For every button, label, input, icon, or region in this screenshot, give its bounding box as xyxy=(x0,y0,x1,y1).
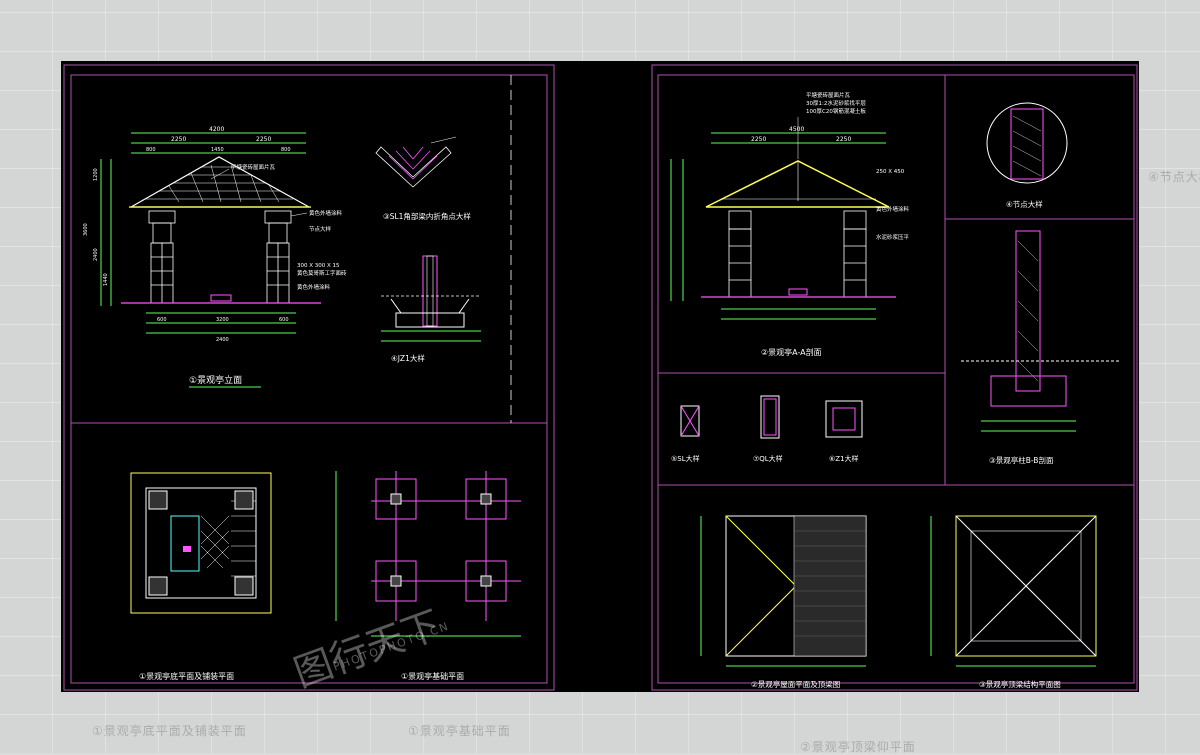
annotation: 250 X 450 xyxy=(876,169,905,175)
dim-text: 2400 xyxy=(93,248,99,261)
node-detail: ④节点大样 xyxy=(986,102,1068,209)
annotation: 100厚C20钢筋混凝土板 xyxy=(806,107,866,115)
beam-details: ⑤SL大样 ⑦QL大样 ⑥Z1大样 xyxy=(671,395,863,463)
sl-title: ⑤SL大样 xyxy=(671,454,700,463)
annotation: 30厚1:2水泥砂浆找平层 xyxy=(806,99,866,107)
right-sheet: 4500 2250 2250 平塘瓷砖屋面片瓦 30厚1:2水泥砂浆找平层 10… xyxy=(651,64,1138,691)
right-column xyxy=(264,210,292,304)
dim-text: 800 xyxy=(281,147,291,153)
dim-text: 2250 xyxy=(171,136,186,143)
dim-text: 4200 xyxy=(209,126,224,133)
annotation: 黄色外墙涂料 xyxy=(309,209,343,217)
foundation-plan: ①景观亭基础平面 xyxy=(335,471,521,681)
ql-title: ⑦QL大样 xyxy=(753,454,783,463)
foundation-plan-title: ①景观亭基础平面 xyxy=(401,671,464,681)
floor-plan: ①景观亭底平面及铺装平面 xyxy=(130,472,272,681)
dim-text: 2400 xyxy=(216,337,229,343)
dim-text: 3600 xyxy=(83,223,89,236)
left-sheet-inner-frame xyxy=(70,74,548,684)
corner-detail-title: ③SL1角部梁内折角点大样 xyxy=(383,211,471,221)
bg-caption-2: ①景观亭基础平面 xyxy=(408,724,511,738)
pavilion-elevation: 4200 2250 2250 800 1450 800 1200 3600 24… xyxy=(83,126,347,388)
corner-detail: ③SL1角部梁内折角点大样 xyxy=(375,136,471,221)
dim-text: 600 xyxy=(279,317,289,323)
column-section-title: ③景观亭柱B-B剖面 xyxy=(989,455,1054,465)
left-sheet-outer-frame xyxy=(63,64,555,691)
dim-text: 1200 xyxy=(93,168,99,181)
beam-structure-plan: ③景观亭顶梁结构平面图 xyxy=(930,515,1097,689)
dim-text: 2250 xyxy=(751,136,766,143)
roof-outline xyxy=(128,156,312,208)
beam-plan-title: ③景观亭顶梁结构平面图 xyxy=(979,679,1061,689)
left-column xyxy=(148,210,176,304)
bench xyxy=(210,294,232,302)
roof-plan: ②景观亭屋面平面及顶梁图 xyxy=(700,515,867,689)
z1-title: ⑥Z1大样 xyxy=(829,454,859,463)
node-detail-title: ④节点大样 xyxy=(1006,199,1043,209)
annotation: 平塘瓷砖屋面片瓦 xyxy=(806,91,851,99)
bg-caption-3: ②景观亭顶梁仰平面 xyxy=(800,740,916,754)
annotation: 黄色外墙涂料 xyxy=(297,283,331,291)
dim-text: 2250 xyxy=(256,136,271,143)
annotation: 节点大样 xyxy=(309,225,332,233)
elevation-title: ①景观亭立面 xyxy=(189,374,242,386)
footing-detail: ④JZ1大样 xyxy=(381,255,481,363)
dim-text: 1440 xyxy=(103,273,109,286)
annotation: 300 X 300 X 15 xyxy=(297,263,340,269)
paving-pattern xyxy=(200,500,256,577)
annotation: 平塘瓷砖屋面片瓦 xyxy=(231,163,276,171)
dim-text: 600 xyxy=(157,317,167,323)
annotation: 水泥砂浆压平 xyxy=(876,233,910,241)
bg-caption-1: ①景观亭底平面及铺装平面 xyxy=(92,724,247,738)
cad-drawing-canvas: 4200 2250 2250 800 1450 800 1200 3600 24… xyxy=(61,61,1139,692)
pavilion-section: 4500 2250 2250 平塘瓷砖屋面片瓦 30厚1:2水泥砂浆找平层 10… xyxy=(670,91,910,357)
floor-plan-title: ①景观亭底平面及铺装平面 xyxy=(139,671,234,681)
section-title: ②景观亭A-A剖面 xyxy=(761,347,822,357)
roof-plan-title: ②景观亭屋面平面及顶梁图 xyxy=(751,679,840,689)
dim-text: 4500 xyxy=(789,126,804,133)
bg-side-caption: ④节点大样 xyxy=(1148,170,1200,184)
dim-text: 1450 xyxy=(211,147,224,153)
dim-text: 800 xyxy=(146,147,156,153)
column-section: ③景观亭柱B-B剖面 xyxy=(961,230,1121,465)
footing-title: ④JZ1大样 xyxy=(391,353,425,363)
dim-text: 3200 xyxy=(216,317,229,323)
dim-text: 2250 xyxy=(836,136,851,143)
cad-drawing-svg: 4200 2250 2250 800 1450 800 1200 3600 24… xyxy=(63,64,1138,691)
annotation: 黄色莫哥斯工字面砖 xyxy=(297,269,347,277)
annotation: 黄色外墙涂料 xyxy=(876,205,910,213)
right-sheet-inner-frame xyxy=(657,74,1135,684)
left-sheet: 4200 2250 2250 800 1450 800 1200 3600 24… xyxy=(63,64,555,691)
